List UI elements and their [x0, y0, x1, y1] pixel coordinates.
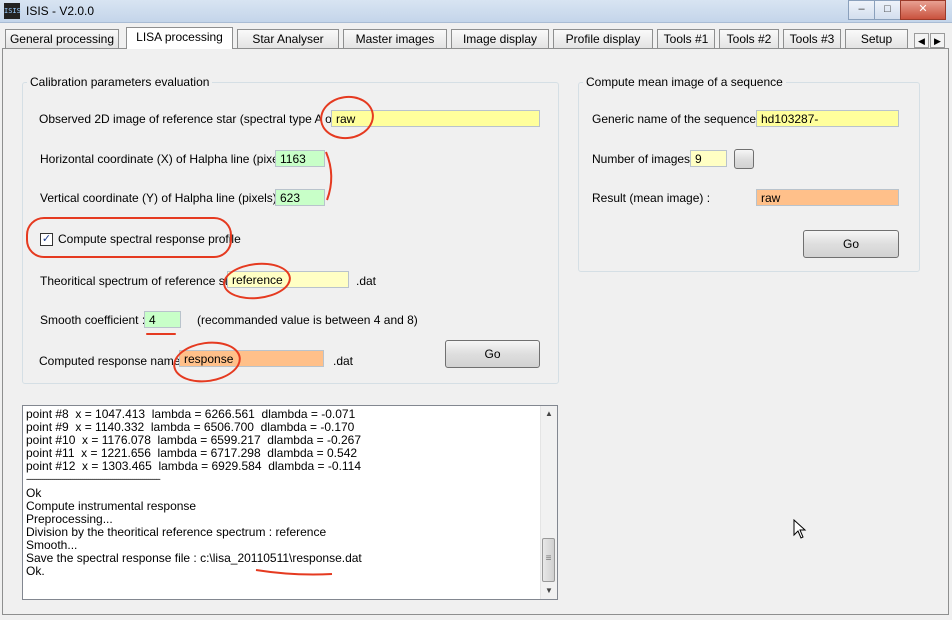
annotation-bracket-coordinates: [325, 151, 333, 201]
x-coordinate-field[interactable]: [275, 150, 325, 167]
observed-image-label: Observed 2D image of reference star (spe…: [39, 112, 358, 126]
tab-profile-display[interactable]: Profile display: [553, 29, 653, 48]
theoretical-spectrum-ext: .dat: [356, 274, 377, 288]
scroll-grip-icon: ≡: [545, 553, 552, 564]
tab-lisa-processing[interactable]: LISA processing: [126, 27, 233, 49]
computed-response-ext: .dat: [333, 354, 354, 368]
log-line: point #12 x = 1303.465 lambda = 6929.584…: [26, 459, 362, 473]
generic-name-label: Generic name of the sequence :: [592, 112, 763, 126]
log-line: Save the spectral response file : c:\lis…: [26, 551, 362, 565]
scroll-thumb[interactable]: ≡: [542, 538, 555, 582]
mean-image-group-title: Compute mean image of a sequence: [583, 75, 786, 89]
scroll-up-icon[interactable]: ▲: [541, 406, 557, 422]
tab-star-analyser[interactable]: Star Analyser: [237, 29, 339, 48]
tab-scroll-right-icon[interactable]: ▶: [930, 33, 945, 48]
window-title: ISIS - V2.0.0: [26, 4, 95, 18]
smooth-coefficient-hint: (recommanded value is between 4 and 8): [197, 313, 418, 327]
annotation-underline-response-file: [255, 569, 333, 576]
mean-image-go-button[interactable]: Go: [803, 230, 899, 258]
result-mean-image-field[interactable]: [756, 189, 899, 206]
close-button[interactable]: ✕: [900, 0, 946, 20]
smooth-coefficient-field[interactable]: [144, 311, 181, 328]
y-coordinate-field[interactable]: [275, 189, 325, 206]
smooth-coefficient-label: Smooth coefficient :: [40, 313, 146, 327]
log-scrollbar[interactable]: ▲ ≡ ▼: [540, 406, 557, 599]
log-separator: ----------------------------------------…: [26, 474, 161, 484]
calibration-go-button[interactable]: Go: [445, 340, 540, 368]
annotation-underline-smooth: [146, 333, 176, 335]
tab-setup[interactable]: Setup: [845, 29, 908, 48]
scroll-down-icon[interactable]: ▼: [541, 583, 557, 599]
tab-scroll-left-icon[interactable]: ◀: [914, 33, 929, 48]
maximize-button[interactable]: □: [874, 0, 901, 20]
tab-tools-1[interactable]: Tools #1: [657, 29, 715, 48]
x-coordinate-label: Horizontal coordinate (X) of Halpha line…: [40, 152, 299, 166]
number-of-images-label: Number of images :: [592, 152, 697, 166]
title-bar: ISIS ISIS - V2.0.0 – □ ✕: [0, 0, 952, 23]
number-of-images-field[interactable]: [690, 150, 727, 167]
calibration-group-title: Calibration parameters evaluation: [27, 75, 213, 89]
y-coordinate-label: Vertical coordinate (Y) of Halpha line (…: [40, 191, 284, 205]
minimize-button[interactable]: –: [848, 0, 875, 20]
number-of-images-browse-button[interactable]: [734, 149, 754, 169]
tab-general-processing[interactable]: General processing: [5, 29, 119, 48]
result-mean-image-label: Result (mean image) :: [592, 191, 711, 205]
app-icon: ISIS: [4, 3, 21, 19]
mouse-cursor-icon: [793, 519, 807, 539]
tab-master-images[interactable]: Master images: [343, 29, 447, 48]
tab-image-display[interactable]: Image display: [451, 29, 549, 48]
theoretical-spectrum-label: Theoritical spectrum of reference star :: [40, 274, 246, 288]
tab-tools-3[interactable]: Tools #3: [783, 29, 841, 48]
annotation-box-checkbox: [26, 217, 232, 258]
tab-tools-2[interactable]: Tools #2: [719, 29, 779, 48]
generic-name-field[interactable]: [756, 110, 899, 127]
computed-response-label: Computed response name :: [39, 354, 188, 368]
log-line: Ok.: [26, 564, 45, 578]
